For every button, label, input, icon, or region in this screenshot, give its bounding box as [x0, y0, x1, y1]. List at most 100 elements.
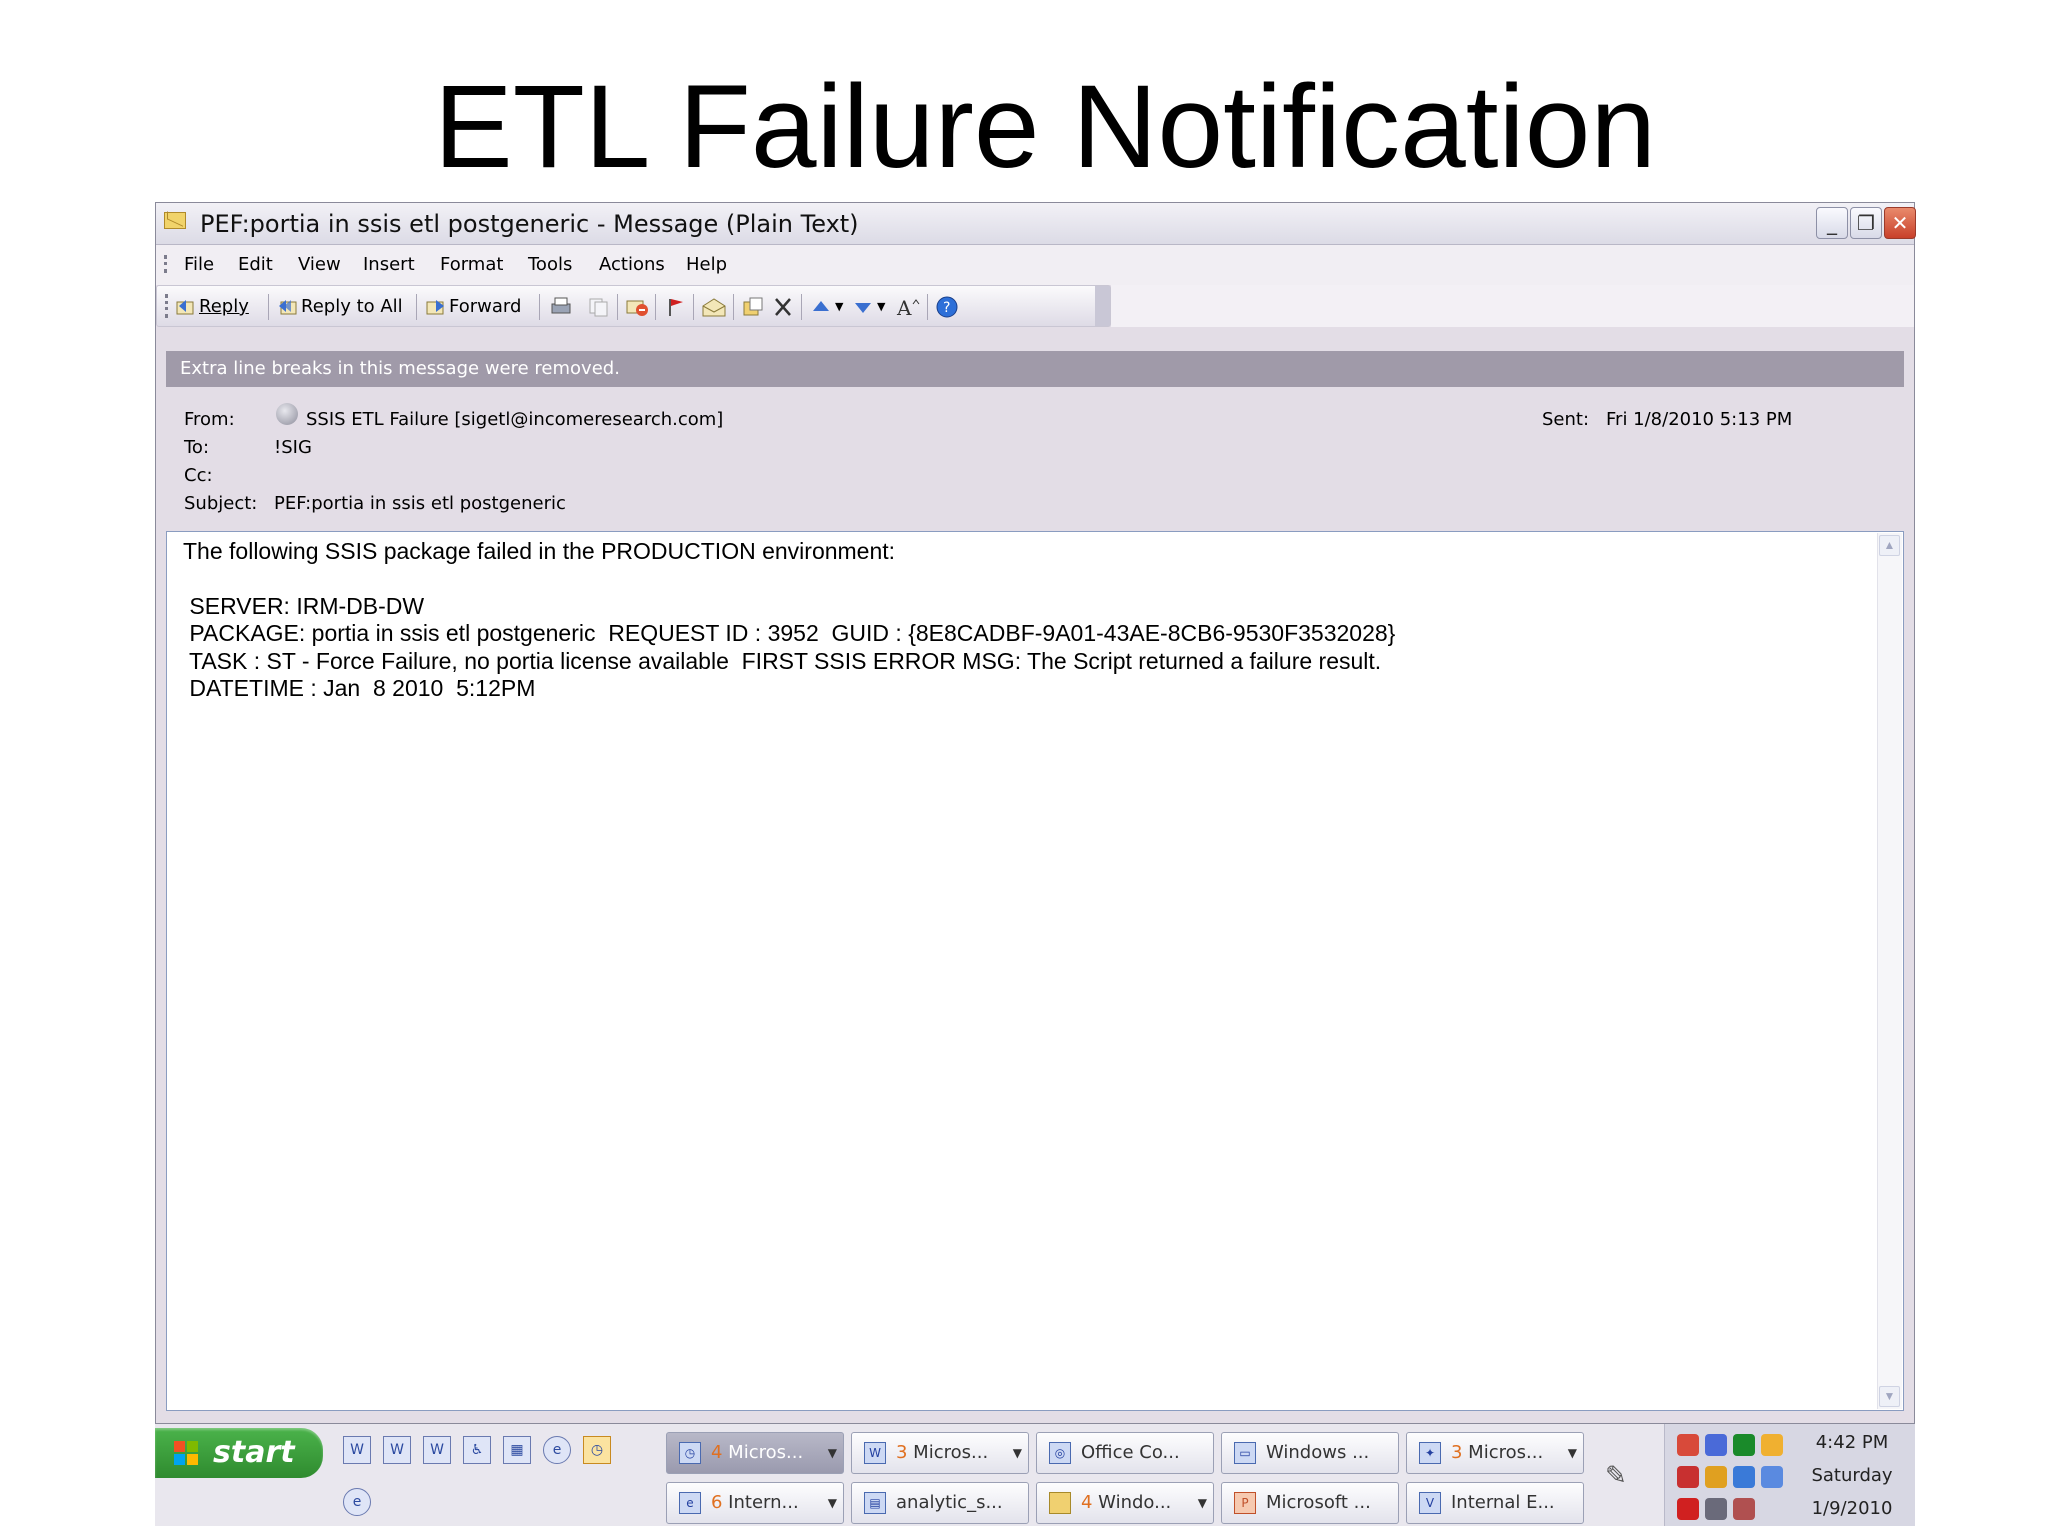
vertical-scrollbar[interactable]: ▲ ▼	[1877, 533, 1902, 1409]
flag-icon[interactable]	[663, 296, 687, 318]
tray-user-icon[interactable]	[1705, 1434, 1727, 1456]
pen-icon[interactable]: ✎	[1605, 1460, 1627, 1491]
from-value[interactable]: SSIS ETL Failure [sigetl@incomeresearch.…	[306, 409, 723, 430]
move-to-folder-icon[interactable]	[741, 296, 765, 318]
task-dropdown-icon: ▼	[827, 1446, 837, 1460]
standard-toolbar: Reply Reply to All Forward ▼ ▼ A ?	[156, 285, 1111, 327]
clock-date: 1/9/2010	[1811, 1498, 1893, 1519]
tray-ati-icon[interactable]	[1677, 1498, 1699, 1520]
delete-icon[interactable]	[771, 296, 795, 318]
forward-label: Forward	[449, 296, 522, 317]
task-button[interactable]: ◎ Office Co...	[1036, 1432, 1214, 1474]
task-label: Microsoft ...	[1266, 1492, 1371, 1513]
copy-icon[interactable]	[587, 296, 611, 318]
quick-launch-word-icon[interactable]: W	[343, 1436, 371, 1464]
tray-shield-icon[interactable]	[1705, 1466, 1727, 1488]
forward-icon	[426, 300, 444, 315]
menu-actions[interactable]: Actions	[599, 254, 665, 275]
menu-view[interactable]: View	[298, 254, 341, 275]
task-button[interactable]: V Internal E...	[1406, 1482, 1584, 1524]
task-button[interactable]: 4 Windo... ▼	[1036, 1482, 1214, 1524]
close-button[interactable]: ✕	[1884, 207, 1916, 239]
next-dropdown-icon[interactable]: ▼	[877, 294, 885, 320]
task-label: Micros...	[907, 1442, 989, 1463]
menu-edit[interactable]: Edit	[238, 254, 273, 275]
help-icon[interactable]: ?	[935, 295, 959, 319]
task-count: 3	[1451, 1442, 1463, 1463]
next-item-icon[interactable]	[851, 296, 875, 318]
task-label: Windows ...	[1266, 1442, 1370, 1463]
quick-launch-word-icon[interactable]: W	[383, 1436, 411, 1464]
print-icon[interactable]	[549, 296, 573, 318]
minimize-button[interactable]: _	[1816, 207, 1848, 239]
task-count: 3	[896, 1442, 908, 1463]
task-button[interactable]: ▤ analytic_s...	[851, 1482, 1029, 1524]
windows-app-icon: ▭	[1234, 1442, 1256, 1464]
reply-all-label: Reply to All	[301, 296, 403, 317]
reply-button[interactable]: Reply	[175, 294, 249, 320]
outlook-icon: ◷	[679, 1442, 701, 1464]
scroll-up-icon[interactable]: ▲	[1879, 535, 1900, 556]
message-body[interactable]: The following SSIS package failed in the…	[166, 531, 1904, 1411]
task-button[interactable]: ◷ 4 Micros... ▼	[666, 1432, 844, 1474]
menu-file[interactable]: File	[184, 254, 214, 275]
menu-insert[interactable]: Insert	[363, 254, 415, 275]
menu-format[interactable]: Format	[440, 254, 503, 275]
restore-button[interactable]: ❐	[1850, 207, 1882, 239]
to-value[interactable]: !SIG	[274, 437, 312, 458]
previous-item-icon[interactable]	[809, 296, 833, 318]
start-button[interactable]: start	[155, 1428, 323, 1478]
task-button[interactable]: ▭ Windows ...	[1221, 1432, 1399, 1474]
window-title: PEF:portia in ssis etl postgeneric - Mes…	[200, 210, 859, 238]
reply-all-button[interactable]: Reply to All	[277, 294, 403, 320]
quick-launch-clock-icon[interactable]: ◷	[583, 1436, 611, 1464]
scroll-down-icon[interactable]: ▼	[1879, 1386, 1900, 1407]
contact-status-icon	[276, 403, 298, 425]
word-icon: W	[864, 1442, 886, 1464]
tray-clock-icon[interactable]	[1761, 1434, 1783, 1456]
tray-network-icon[interactable]	[1677, 1434, 1699, 1456]
move-icon[interactable]	[625, 296, 649, 318]
task-dropdown-icon: ▼	[1012, 1446, 1022, 1460]
clock-time[interactable]: 4:42 PM	[1797, 1432, 1907, 1453]
task-count: 6	[711, 1492, 723, 1513]
previous-dropdown-icon[interactable]: ▼	[835, 294, 843, 320]
task-label: Windo...	[1092, 1492, 1172, 1513]
menu-grip[interactable]	[164, 255, 170, 273]
tray-antivirus-icon[interactable]	[1705, 1498, 1727, 1520]
tray-security-icon[interactable]	[1677, 1466, 1699, 1488]
task-button[interactable]: ✦ 3 Micros... ▼	[1406, 1432, 1584, 1474]
menu-help[interactable]: Help	[686, 254, 727, 275]
tray-connection-icon[interactable]	[1761, 1466, 1783, 1488]
open-mail-icon[interactable]	[701, 296, 727, 318]
toolbar-separator	[539, 294, 540, 320]
quick-launch-calendar-icon[interactable]: ▦	[503, 1436, 531, 1464]
visio-icon: V	[1419, 1492, 1441, 1514]
slide-title: ETL Failure Notification	[433, 61, 1656, 193]
font-size-icon[interactable]: A	[895, 296, 921, 318]
sent-label: Sent:	[1542, 409, 1590, 430]
quick-launch-accessibility-icon[interactable]: ♿	[463, 1436, 491, 1464]
quick-launch-ie-icon[interactable]: e	[543, 1436, 571, 1464]
task-count: 4	[1081, 1492, 1093, 1513]
forward-button[interactable]: Forward	[425, 294, 521, 320]
menu-tools[interactable]: Tools	[528, 254, 572, 275]
quick-launch-word-icon[interactable]: W	[423, 1436, 451, 1464]
window-titlebar[interactable]: PEF:portia in ssis etl postgeneric - Mes…	[156, 203, 1916, 245]
toolbar-grip[interactable]	[165, 294, 171, 318]
quick-launch-refresh-icon[interactable]: e	[343, 1488, 371, 1516]
task-button[interactable]: W3 Micros... ▼	[851, 1432, 1029, 1474]
tray-misc-icon[interactable]	[1733, 1498, 1755, 1520]
body-line-task: TASK : ST - Force Failure, no portia lic…	[183, 647, 1382, 674]
task-button[interactable]: e6 Intern... ▼	[666, 1482, 844, 1524]
envelope-icon	[164, 212, 186, 229]
task-dropdown-icon: ▼	[1197, 1496, 1207, 1510]
office-communicator-icon: ◎	[1049, 1442, 1071, 1464]
tray-status-icon[interactable]	[1733, 1434, 1755, 1456]
tray-sync-icon[interactable]	[1733, 1466, 1755, 1488]
svg-text:A: A	[896, 296, 912, 318]
task-button[interactable]: P Microsoft ...	[1221, 1482, 1399, 1524]
toolbar-options-icon[interactable]	[1095, 286, 1110, 326]
start-label: start	[213, 1435, 295, 1470]
toolbar-separator	[617, 294, 618, 320]
